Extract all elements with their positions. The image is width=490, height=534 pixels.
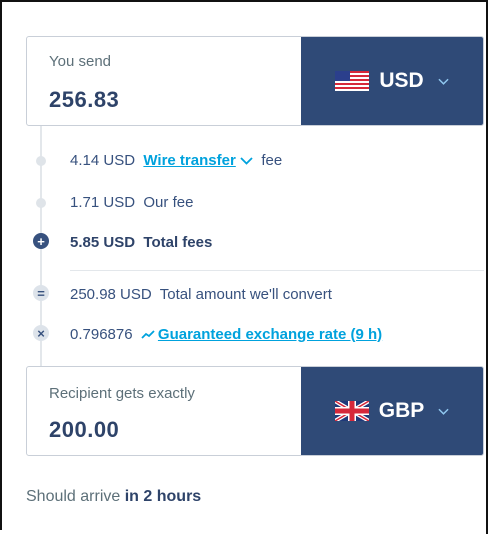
us-flag-icon — [335, 71, 370, 91]
wire-transfer-dropdown[interactable]: Wire transfer — [143, 152, 235, 169]
receive-currency-select[interactable]: GBP — [301, 367, 483, 455]
guaranteed-rate-link[interactable]: Guaranteed exchange rate (9 h) — [158, 326, 382, 343]
convert-amount: 250.98 USD — [70, 285, 152, 303]
chevron-down-icon[interactable] — [240, 156, 253, 166]
rate-value: 0.796876 — [70, 325, 133, 343]
receive-amount-field[interactable]: Recipient gets exactly 200.00 — [27, 367, 303, 455]
total-fees-amount: 5.85 USD — [70, 233, 136, 251]
convert-row: = 250.98 USD Total amount we'll convert — [26, 282, 484, 306]
send-currency-select[interactable]: USD — [301, 37, 483, 125]
total-fees-label: Total fees — [143, 233, 213, 251]
receive-label: Recipient gets exactly — [49, 385, 195, 402]
our-fee-row: 1.71 USD Our fee — [26, 190, 484, 214]
chevron-down-icon — [438, 78, 449, 85]
wire-fee-suffix: fee — [261, 151, 283, 169]
arrival-time: in 2 hours — [124, 488, 202, 505]
chevron-down-icon — [438, 408, 449, 415]
wire-fee-row: 4.14 USD Wire transfer fee — [26, 148, 484, 172]
multiply-icon: × — [33, 325, 49, 341]
wire-fee-amount: 4.14 USD — [70, 151, 136, 169]
fee-breakdown: 4.14 USD Wire transfer fee 1.71 USD Our … — [26, 126, 484, 366]
send-amount-input[interactable]: 256.83 — [49, 87, 119, 113]
total-fees-row: + 5.85 USD Total fees — [26, 230, 484, 254]
breakdown-divider — [70, 270, 484, 271]
rate-row: × 0.796876 Guaranteed exchange rate (9 h… — [26, 322, 484, 346]
frame-edge — [486, 0, 488, 534]
convert-label: Total amount we'll convert — [159, 285, 332, 303]
our-fee-amount: 1.71 USD — [70, 193, 136, 211]
our-fee-label: Our fee — [143, 193, 194, 211]
arrival-estimate: Should arrive in 2 hours — [26, 488, 201, 506]
receive-currency-code: GBP — [378, 399, 425, 422]
plus-icon: + — [33, 233, 49, 249]
uk-flag-icon — [334, 401, 369, 421]
send-label: You send — [49, 53, 112, 70]
send-amount-field[interactable]: You send 256.83 — [27, 37, 303, 125]
send-amount-box: You send 256.83 USD — [26, 36, 484, 126]
receive-amount-input[interactable]: 200.00 — [49, 417, 119, 443]
trend-icon — [141, 329, 155, 339]
bullet-dot — [36, 198, 46, 208]
equals-icon: = — [33, 285, 49, 301]
bullet-dot — [36, 156, 46, 166]
send-currency-code: USD — [379, 69, 424, 92]
receive-amount-box: Recipient gets exactly 200.00 GBP — [26, 366, 484, 456]
arrival-prefix: Should arrive — [26, 488, 121, 505]
